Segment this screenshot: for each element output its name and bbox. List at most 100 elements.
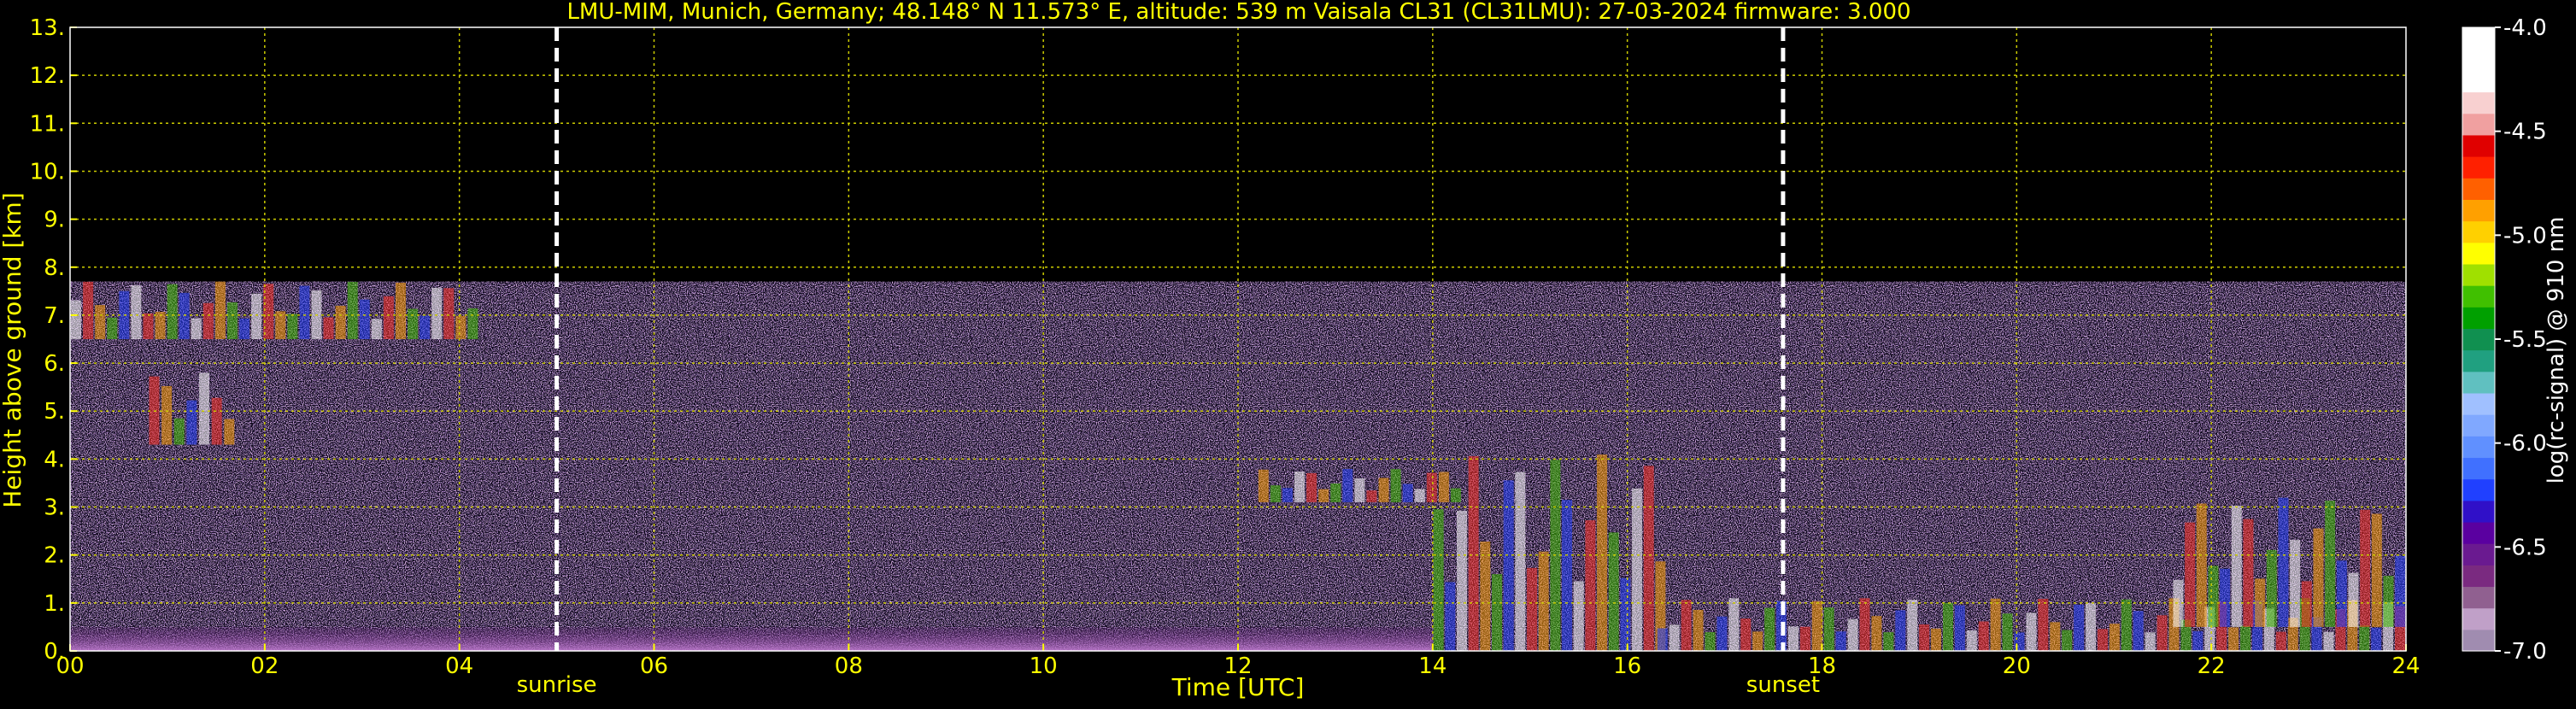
feature-mark [1414,489,1425,502]
feature-mark [1294,472,1306,502]
y-tick-label: 2. [44,543,65,569]
feature-mark [202,302,214,339]
feature-mark [95,305,106,339]
feature-mark [1402,483,1413,502]
feature-mark [239,318,250,339]
feature-mark [1643,466,1654,651]
feature-mark [395,282,406,339]
y-tick-label: 12. [30,63,65,89]
feature-mark [383,296,394,339]
feature-mark [2323,631,2334,651]
feature-mark [1562,500,1573,651]
colorbar-segment [2462,285,2495,308]
y-tick-label: 9. [44,208,65,233]
feature-mark [1258,469,1269,502]
colorbar-segment [2462,242,2495,265]
feature-mark [2275,631,2286,651]
feature-mark [2121,599,2132,651]
feature-mark [2074,604,2085,651]
colorbar-segment [2462,220,2495,243]
x-tick-label: 06 [640,653,668,679]
feature-mark [287,313,298,339]
y-tick-label: 3. [44,495,65,521]
feature-mark [431,287,443,339]
x-tick-label: 22 [2198,653,2226,679]
colorbar-segment [2462,414,2495,437]
feature-mark [1728,598,1740,651]
feature-mark [2196,503,2207,627]
colorbar-segment [2462,263,2495,286]
feature-mark [2290,540,2301,627]
x-axis-label: Time [UTC] [1171,673,1305,701]
feature-mark [1705,631,1716,651]
feature-mark [1515,472,1526,651]
colorbar-segment [2462,113,2495,136]
feature-mark [83,281,94,339]
feature-mark [226,302,238,339]
feature-mark [2395,555,2406,627]
feature-mark [1354,478,1365,502]
feature-mark [2192,630,2203,651]
feature-mark [1681,600,1692,651]
y-tick-label: 10. [30,159,65,185]
feature-mark [186,400,197,445]
feature-mark [2243,519,2254,627]
feature-mark [1859,598,1870,651]
y-tick-label: 0. [44,639,65,665]
y-tick-label: 11. [30,111,65,137]
feature-mark [1954,605,1965,651]
colorbar-tick-label: -6.0 [2503,431,2547,457]
x-tick-label: 20 [2003,653,2031,679]
feature-mark [2313,528,2324,627]
x-tick-label: 16 [1613,653,1641,679]
colorbar-segment [2462,371,2495,394]
feature-mark [1693,609,1704,651]
sunset-label: sunset [1746,672,1820,698]
feature-mark [2371,513,2382,627]
feature-mark [2038,599,2049,651]
feature-mark [1620,577,1631,651]
feature-mark [467,308,478,339]
feature-mark [1716,616,1728,651]
feature-mark [1457,510,1468,651]
x-tick-label: 04 [445,653,473,679]
feature-mark [1597,454,1608,651]
feature-mark [1342,468,1353,502]
feature-mark [2228,627,2239,651]
feature-mark [299,285,310,339]
feature-mark [1468,456,1479,651]
y-tick-label: 6. [44,351,65,377]
feature-mark [443,288,455,339]
feature-mark [2156,615,2168,651]
colorbar-segment [2462,328,2495,351]
colorbar-segment [2462,178,2495,200]
feature-mark [155,312,166,339]
feature-mark [1752,631,1763,651]
feature-mark [2002,613,2013,651]
y-tick-label: 1. [44,591,65,617]
colorbar-tick-label: -7.0 [2503,639,2547,665]
feature-mark [2348,572,2359,627]
feature-mark [1450,488,1461,502]
feature-mark [2014,632,2025,651]
feature-mark [347,281,358,339]
feature-mark [1919,624,1930,651]
x-tick-label: 08 [835,653,863,679]
feature-mark [1270,485,1281,502]
feature-mark [1990,598,2001,651]
feature-mark [335,305,346,339]
colorbar-tick-label: -4.0 [2503,15,2547,41]
feature-mark [2109,624,2120,651]
feature-mark [2086,603,2097,651]
colorbar-segment [2462,457,2495,480]
colorbar-tick-label: -4.5 [2503,120,2547,145]
feature-mark [2062,630,2073,651]
feature-mark [2336,560,2347,627]
colorbar-segment [2462,478,2495,501]
x-tick-label: 14 [1418,653,1446,679]
y-tick-label: 4. [44,447,65,472]
feature-mark [1811,601,1822,651]
x-tick-label: 24 [2391,653,2420,679]
feature-mark [1330,483,1341,502]
feature-mark [131,285,142,339]
